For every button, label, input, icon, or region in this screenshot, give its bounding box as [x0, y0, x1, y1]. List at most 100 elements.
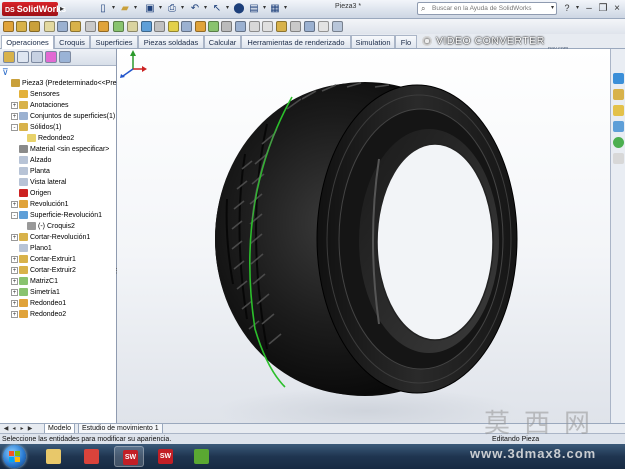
- property-manager-tab-icon[interactable]: [17, 51, 29, 63]
- file-explorer-icon[interactable]: [613, 105, 624, 116]
- undo-icon[interactable]: ↶: [188, 2, 202, 15]
- draft-icon[interactable]: [141, 21, 152, 32]
- file-properties-icon[interactable]: ▤: [247, 2, 261, 15]
- tree-node[interactable]: Redondeo2: [19, 133, 74, 144]
- expand-icon[interactable]: +: [11, 299, 18, 307]
- tree-node[interactable]: + Conjuntos de superficies(1): [11, 111, 115, 122]
- new-dropdown-icon[interactable]: ▾: [110, 2, 117, 15]
- tab-piezas-soldadas[interactable]: Piezas soldadas: [138, 35, 204, 48]
- view-settings-icon[interactable]: [318, 21, 329, 32]
- tab-simulation[interactable]: Simulation: [351, 35, 395, 48]
- custom-properties-icon[interactable]: [613, 153, 624, 164]
- resources-icon[interactable]: [613, 73, 624, 84]
- tree-node[interactable]: + Redondeo2: [11, 309, 66, 320]
- minimize-icon[interactable]: –: [582, 2, 596, 15]
- rib-icon[interactable]: [127, 21, 138, 32]
- tab-herramientas-renderizado[interactable]: Herramientas de renderizado: [241, 35, 351, 48]
- tree-node[interactable]: + Cortar-Extruir1: [11, 254, 76, 265]
- revolve-cut-icon[interactable]: [85, 21, 96, 32]
- tree-node[interactable]: + Anotaciones: [11, 100, 69, 111]
- expand-icon[interactable]: +: [11, 310, 18, 318]
- help-dropdown-icon[interactable]: ▾: [574, 2, 581, 15]
- tab-operaciones[interactable]: Operaciones: [1, 35, 54, 49]
- scene-icon[interactable]: [304, 21, 315, 32]
- tree-node[interactable]: (-) Croquis2: [19, 221, 75, 232]
- tree-node[interactable]: + Redondeo1: [11, 298, 66, 309]
- tree-node[interactable]: Plano1: [11, 243, 52, 254]
- dome-icon[interactable]: [181, 21, 192, 32]
- revolve-boss-icon[interactable]: [16, 21, 27, 32]
- taskbar-button[interactable]: SW: [114, 446, 144, 467]
- extrude-cut-icon[interactable]: [70, 21, 81, 32]
- section-view-icon[interactable]: [249, 21, 260, 32]
- tire-model[interactable]: [117, 49, 610, 423]
- undo-dropdown-icon[interactable]: ▾: [202, 2, 209, 15]
- help-search-input[interactable]: [432, 3, 542, 14]
- filter-icon[interactable]: ⊽: [2, 67, 14, 77]
- curves-icon[interactable]: [208, 21, 219, 32]
- taskbar-button[interactable]: SW: [150, 446, 180, 467]
- open-dropdown-icon[interactable]: ▾: [132, 2, 139, 15]
- help-icon[interactable]: ?: [560, 2, 574, 15]
- design-library-icon[interactable]: [613, 89, 624, 100]
- tree-node[interactable]: Vista lateral: [11, 177, 66, 188]
- expand-icon[interactable]: +: [11, 200, 18, 208]
- tree-node[interactable]: + Cortar-Extruir2: [11, 265, 76, 276]
- display-style-icon[interactable]: [262, 21, 273, 32]
- graphics-area[interactable]: [117, 49, 610, 423]
- tree-node[interactable]: Pieza3 (Predeterminado<<Pre: [3, 78, 117, 89]
- collapse-icon[interactable]: -: [11, 211, 18, 219]
- taskbar-button[interactable]: [186, 446, 216, 467]
- configuration-manager-tab-icon[interactable]: [31, 51, 43, 63]
- tab-croquis[interactable]: Croquis: [54, 35, 90, 48]
- instant3d-icon[interactable]: [221, 21, 232, 32]
- close-icon[interactable]: ×: [610, 2, 624, 15]
- hide-show-icon[interactable]: [276, 21, 287, 32]
- zoom-fit-icon[interactable]: [332, 21, 343, 32]
- tree-node[interactable]: + Revolución1: [11, 199, 69, 210]
- tree-node[interactable]: Sensores: [11, 89, 60, 100]
- shell-icon[interactable]: [154, 21, 165, 32]
- expand-icon[interactable]: +: [11, 266, 18, 274]
- print-icon[interactable]: ⎙: [165, 2, 179, 15]
- fillet-tool-icon[interactable]: [98, 21, 109, 32]
- new-document-icon[interactable]: ▯: [96, 2, 110, 15]
- print-dropdown-icon[interactable]: ▾: [179, 2, 186, 15]
- appearance-icon[interactable]: [290, 21, 301, 32]
- tree-node[interactable]: - Superficie-Revolución1: [11, 210, 102, 221]
- tree-node[interactable]: Planta: [11, 166, 50, 177]
- expand-icon[interactable]: +: [11, 112, 18, 120]
- taskbar-button[interactable]: [38, 446, 68, 467]
- expand-icon[interactable]: +: [11, 101, 18, 109]
- appearances-icon[interactable]: [613, 137, 624, 148]
- rebuild-icon[interactable]: ⬤: [232, 2, 246, 15]
- view-orientation-icon[interactable]: [235, 21, 246, 32]
- dimxpert-tab-icon[interactable]: [45, 51, 57, 63]
- options-icon[interactable]: ▦: [268, 2, 282, 15]
- tree-node[interactable]: - Sólidos(1): [11, 122, 62, 133]
- pattern-tool-icon[interactable]: [113, 21, 124, 32]
- search-dropdown-icon[interactable]: ▾: [551, 4, 554, 11]
- help-search-box[interactable]: ⌕ ▾: [417, 2, 557, 15]
- expand-icon[interactable]: +: [11, 277, 18, 285]
- expand-icon[interactable]: +: [11, 233, 18, 241]
- tree-node[interactable]: + MatrizC1: [11, 276, 58, 287]
- save-dropdown-icon[interactable]: ▾: [157, 2, 164, 15]
- tree-node[interactable]: + Simetría1: [11, 287, 60, 298]
- tree-node[interactable]: Material <sin especificar>: [11, 144, 109, 155]
- display-manager-tab-icon[interactable]: [59, 51, 71, 63]
- restore-icon[interactable]: ❐: [596, 2, 610, 15]
- solidworks-logo[interactable]: DS SolidWorks: [2, 2, 66, 16]
- tab-flow[interactable]: Flo: [395, 35, 417, 48]
- feature-tree-tab-icon[interactable]: [3, 51, 15, 63]
- save-icon[interactable]: ▣: [143, 2, 157, 15]
- search-results-icon[interactable]: [613, 121, 624, 132]
- tree-node[interactable]: Origen: [11, 188, 51, 199]
- select-arrow-icon[interactable]: ↖: [210, 2, 224, 15]
- tree-node[interactable]: Alzado: [11, 155, 51, 166]
- boundary-icon[interactable]: [57, 21, 68, 32]
- extrude-boss-icon[interactable]: [3, 21, 14, 32]
- sweep-icon[interactable]: [29, 21, 40, 32]
- expand-icon[interactable]: +: [11, 255, 18, 263]
- menu-arrow-icon[interactable]: ▸: [60, 3, 70, 15]
